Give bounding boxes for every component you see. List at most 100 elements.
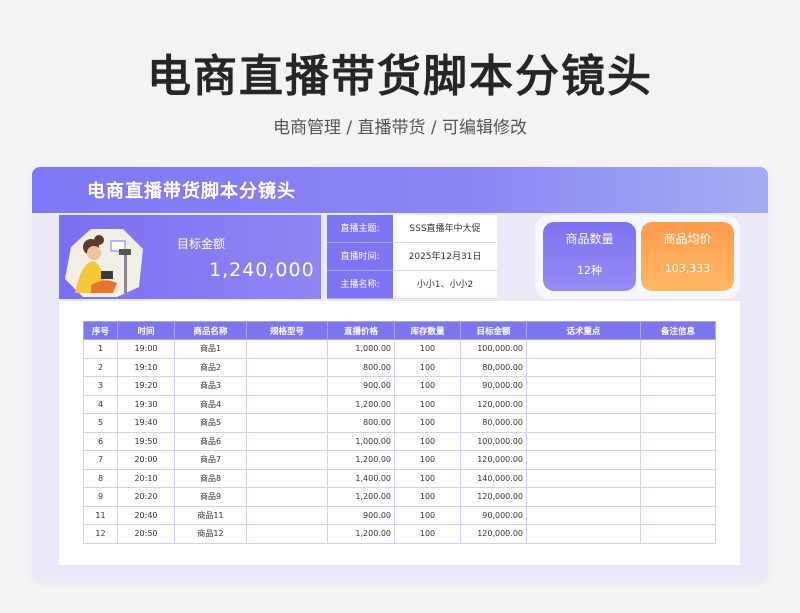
table-cell[interactable]: 商品3 bbox=[174, 376, 247, 396]
table-cell[interactable]: 商品1 bbox=[174, 339, 247, 359]
info-value[interactable]: SSS直播年中大促 bbox=[393, 215, 497, 243]
table-cell[interactable] bbox=[526, 431, 641, 451]
table-cell[interactable]: 100 bbox=[394, 394, 461, 414]
table-cell[interactable] bbox=[526, 394, 641, 414]
table-cell[interactable]: 90,000.00 bbox=[460, 376, 527, 396]
table-cell[interactable] bbox=[640, 524, 716, 544]
table-cell[interactable]: 20:50 bbox=[117, 524, 175, 544]
table-cell[interactable]: 6 bbox=[83, 431, 118, 451]
table-cell[interactable] bbox=[640, 413, 716, 433]
table-cell[interactable]: 3 bbox=[83, 376, 118, 396]
table-cell[interactable]: 19:10 bbox=[117, 357, 175, 377]
table-cell[interactable]: 100,000.00 bbox=[460, 339, 527, 359]
table-cell[interactable] bbox=[246, 524, 328, 544]
table-cell[interactable] bbox=[526, 413, 641, 433]
table-cell[interactable]: 1,400.00 bbox=[327, 468, 395, 488]
table-cell[interactable] bbox=[246, 413, 328, 433]
table-cell[interactable] bbox=[640, 450, 716, 470]
table-cell[interactable] bbox=[526, 487, 641, 507]
table-cell[interactable]: 1 bbox=[83, 339, 118, 359]
table-cell[interactable]: 20:40 bbox=[117, 505, 175, 525]
table-cell[interactable]: 100 bbox=[394, 413, 461, 433]
table-cell[interactable]: 800.00 bbox=[327, 413, 395, 433]
table-cell[interactable]: 8 bbox=[83, 468, 118, 488]
table-cell[interactable]: 140,000.00 bbox=[460, 468, 527, 488]
table-cell[interactable] bbox=[526, 505, 641, 525]
table-cell[interactable]: 4 bbox=[83, 394, 118, 414]
table-cell[interactable]: 1,200.00 bbox=[327, 487, 395, 507]
table-cell[interactable]: 商品12 bbox=[174, 524, 247, 544]
table-cell[interactable]: 80,000.00 bbox=[460, 413, 527, 433]
table-cell[interactable] bbox=[246, 376, 328, 396]
table-cell[interactable]: 100 bbox=[394, 357, 461, 377]
table-cell[interactable] bbox=[640, 376, 716, 396]
table-cell[interactable]: 20:10 bbox=[117, 468, 175, 488]
table-cell[interactable]: 1,200.00 bbox=[327, 394, 395, 414]
table-cell[interactable]: 20:20 bbox=[117, 487, 175, 507]
table-cell[interactable]: 19:20 bbox=[117, 376, 175, 396]
table-cell[interactable] bbox=[526, 524, 641, 544]
table-cell[interactable]: 1,200.00 bbox=[327, 450, 395, 470]
table-cell[interactable]: 1,000.00 bbox=[327, 339, 395, 359]
table-cell[interactable] bbox=[640, 487, 716, 507]
table-cell[interactable]: 1,200.00 bbox=[327, 524, 395, 544]
table-cell[interactable]: 商品5 bbox=[174, 413, 247, 433]
table-cell[interactable] bbox=[246, 357, 328, 377]
info-value[interactable]: 小小1、小小2 bbox=[393, 271, 497, 299]
table-cell[interactable]: 100 bbox=[394, 468, 461, 488]
table-cell[interactable] bbox=[246, 339, 328, 359]
table-cell[interactable]: 100 bbox=[394, 505, 461, 525]
table-cell[interactable]: 120,000.00 bbox=[460, 524, 527, 544]
table-cell[interactable]: 100 bbox=[394, 487, 461, 507]
table-cell[interactable] bbox=[526, 376, 641, 396]
table-cell[interactable]: 19:50 bbox=[117, 431, 175, 451]
table-cell[interactable]: 20:00 bbox=[117, 450, 175, 470]
table-cell[interactable] bbox=[640, 431, 716, 451]
table-cell[interactable]: 19:40 bbox=[117, 413, 175, 433]
table-cell[interactable] bbox=[640, 394, 716, 414]
table-cell[interactable]: 商品9 bbox=[174, 487, 247, 507]
table-cell[interactable] bbox=[246, 487, 328, 507]
table-cell[interactable]: 800.00 bbox=[327, 357, 395, 377]
table-cell[interactable] bbox=[246, 431, 328, 451]
table-cell[interactable]: 商品6 bbox=[174, 431, 247, 451]
table-cell[interactable]: 100 bbox=[394, 450, 461, 470]
table-cell[interactable]: 11 bbox=[83, 505, 118, 525]
table-cell[interactable]: 900.00 bbox=[327, 505, 395, 525]
table-cell[interactable] bbox=[246, 505, 328, 525]
table-cell[interactable]: 100 bbox=[394, 431, 461, 451]
table-cell[interactable] bbox=[526, 450, 641, 470]
table-cell[interactable] bbox=[246, 450, 328, 470]
table-cell[interactable]: 120,000.00 bbox=[460, 394, 527, 414]
table-cell[interactable]: 100 bbox=[394, 376, 461, 396]
table-cell[interactable] bbox=[526, 339, 641, 359]
table-cell[interactable]: 商品2 bbox=[174, 357, 247, 377]
table-cell[interactable] bbox=[640, 505, 716, 525]
table-cell[interactable]: 9 bbox=[83, 487, 118, 507]
table-cell[interactable]: 90,000.00 bbox=[460, 505, 527, 525]
table-cell[interactable] bbox=[526, 357, 641, 377]
table-cell[interactable]: 120,000.00 bbox=[460, 450, 527, 470]
table-cell[interactable] bbox=[526, 468, 641, 488]
table-cell[interactable] bbox=[640, 339, 716, 359]
table-cell[interactable]: 100 bbox=[394, 524, 461, 544]
table-cell[interactable]: 19:30 bbox=[117, 394, 175, 414]
table-cell[interactable]: 100 bbox=[394, 339, 461, 359]
table-cell[interactable]: 2 bbox=[83, 357, 118, 377]
info-value[interactable]: 2025年12月31日 bbox=[393, 243, 497, 271]
table-cell[interactable]: 5 bbox=[83, 413, 118, 433]
table-cell[interactable]: 80,000.00 bbox=[460, 357, 527, 377]
table-cell[interactable] bbox=[246, 468, 328, 488]
table-cell[interactable] bbox=[640, 468, 716, 488]
table-cell[interactable]: 商品4 bbox=[174, 394, 247, 414]
table-cell[interactable]: 120,000.00 bbox=[460, 487, 527, 507]
table-cell[interactable] bbox=[246, 394, 328, 414]
table-cell[interactable]: 1,000.00 bbox=[327, 431, 395, 451]
table-cell[interactable]: 19:00 bbox=[117, 339, 175, 359]
table-cell[interactable]: 商品11 bbox=[174, 505, 247, 525]
table-cell[interactable]: 100,000.00 bbox=[460, 431, 527, 451]
table-cell[interactable] bbox=[640, 357, 716, 377]
table-cell[interactable]: 12 bbox=[83, 524, 118, 544]
table-cell[interactable]: 7 bbox=[83, 450, 118, 470]
table-cell[interactable]: 900.00 bbox=[327, 376, 395, 396]
